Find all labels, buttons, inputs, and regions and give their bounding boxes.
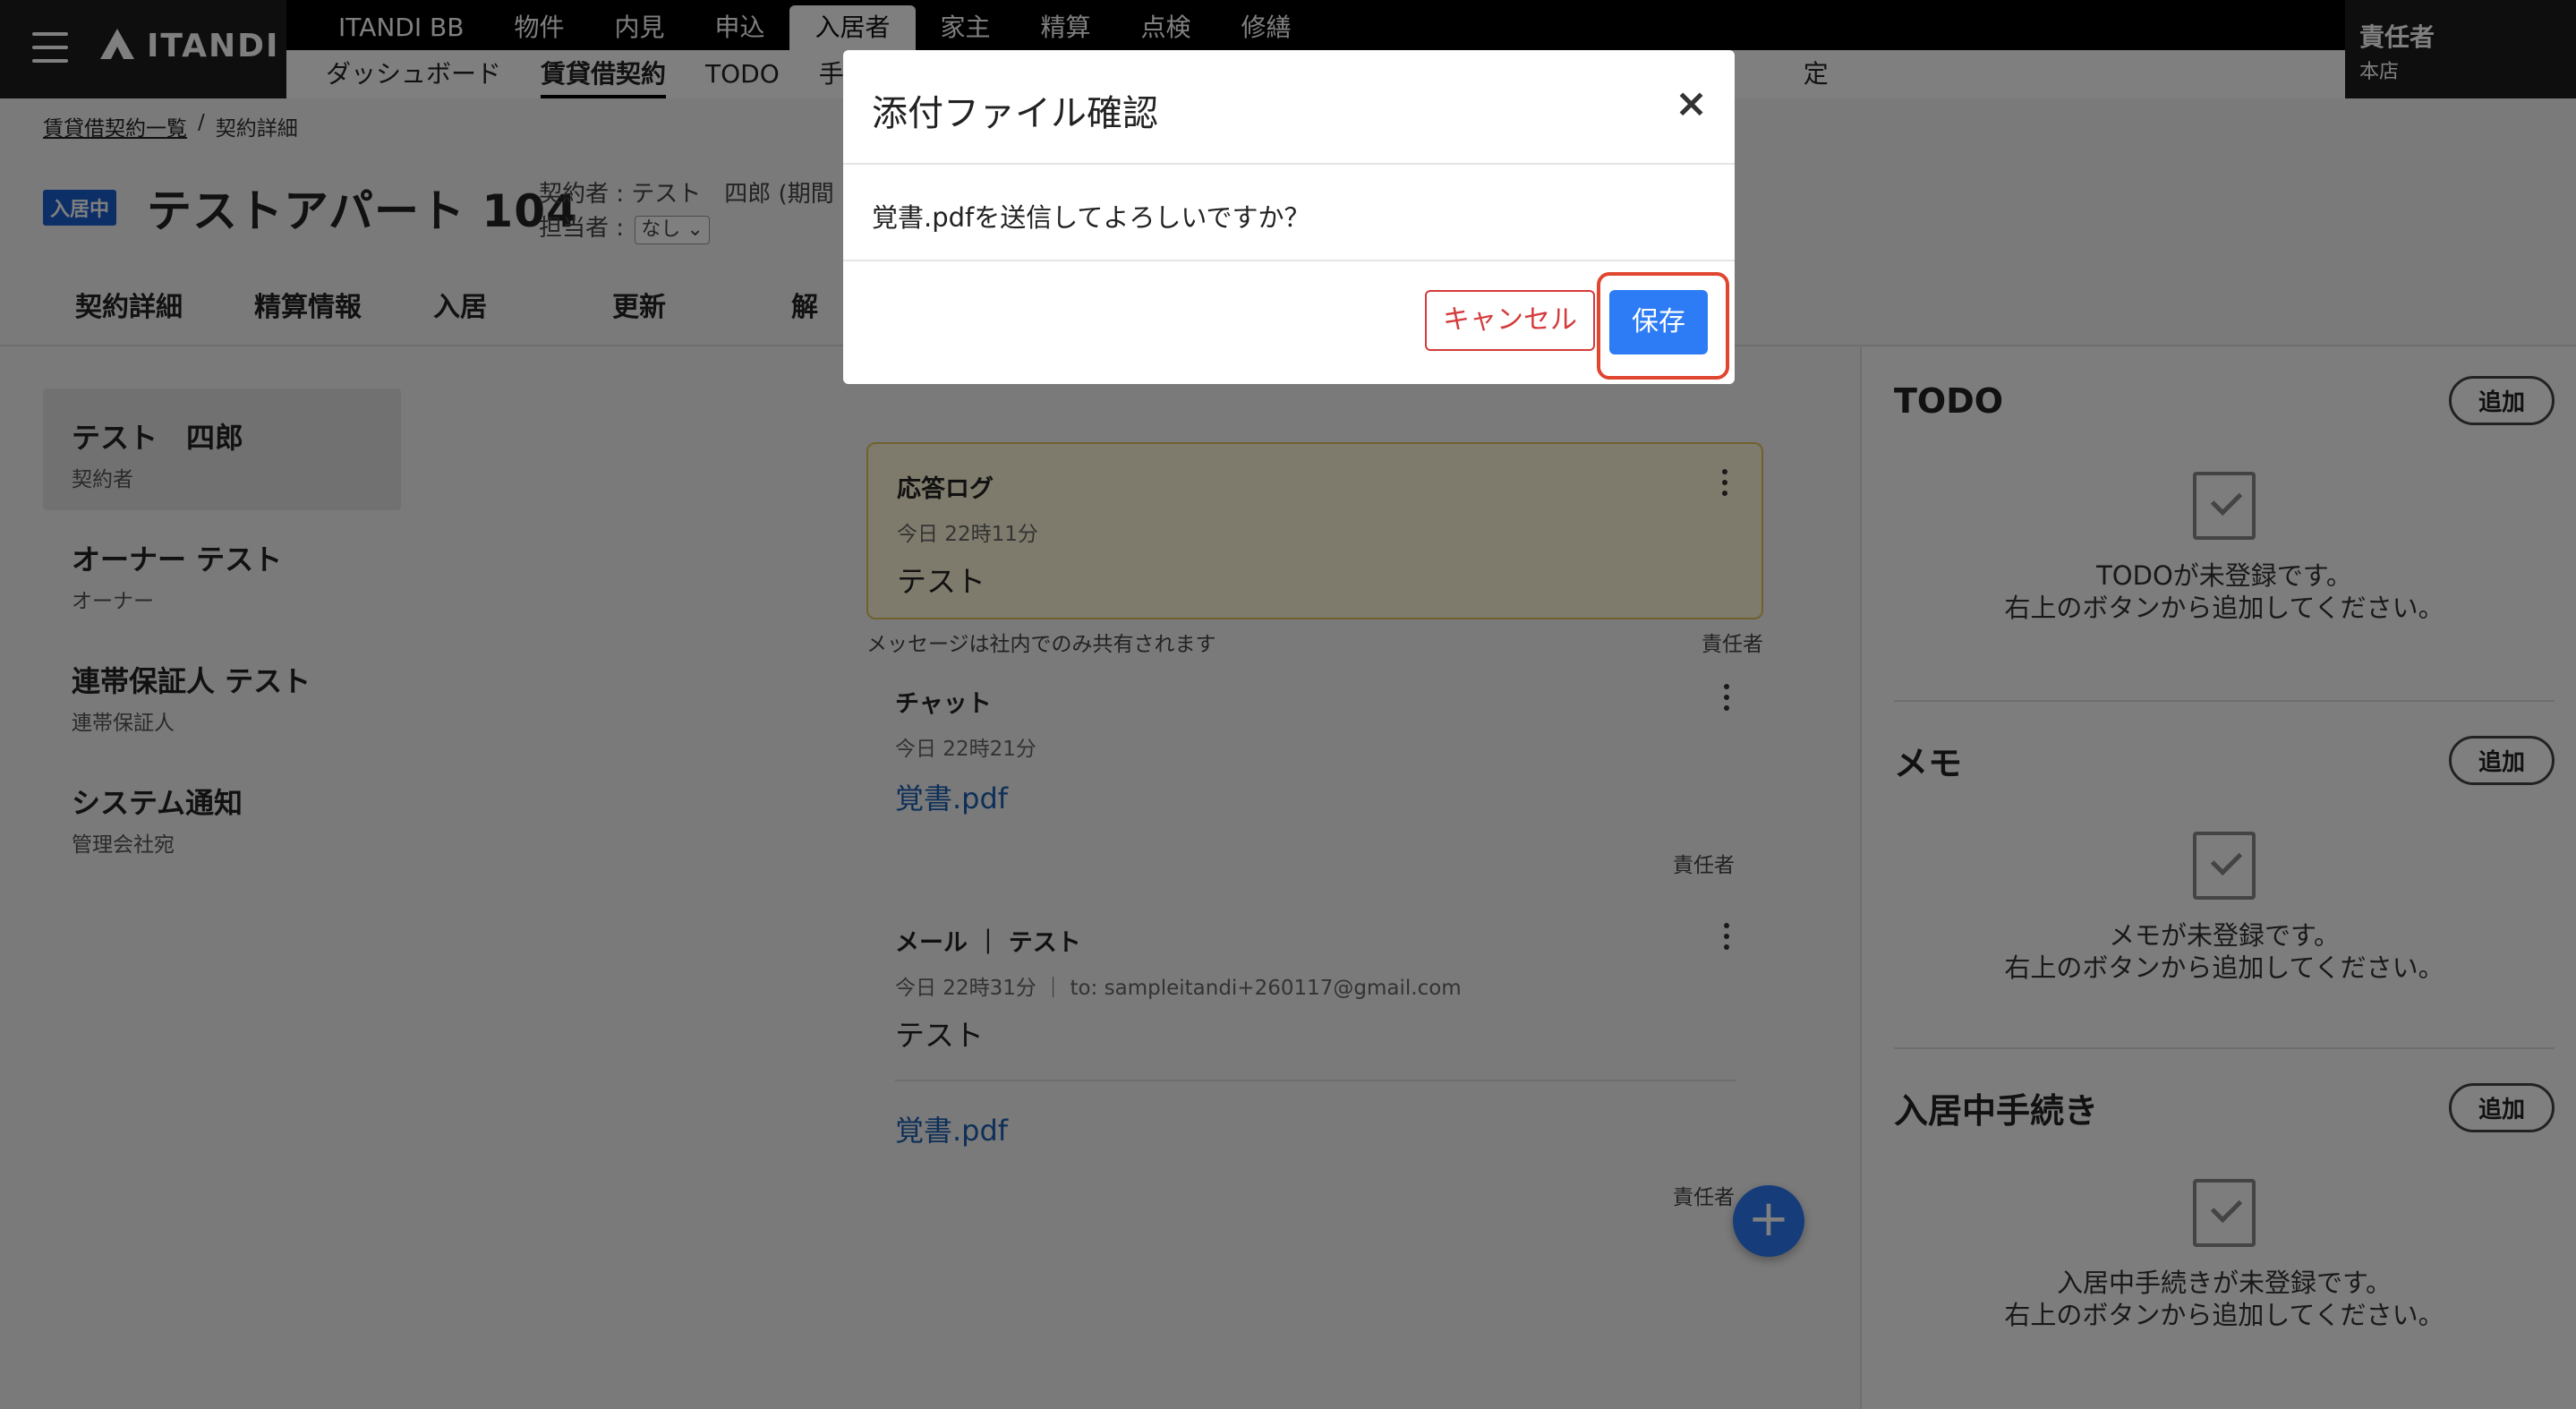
- modal-header: 添付ファイル確認 ×: [843, 50, 1735, 165]
- cancel-button[interactable]: キャンセル: [1425, 290, 1595, 351]
- save-button[interactable]: 保存: [1609, 290, 1708, 354]
- attachment-confirm-dialog: 添付ファイル確認 × 覚書.pdfを送信してよろしいですか？ キャンセル 保存: [843, 50, 1735, 384]
- modal-footer: キャンセル 保存: [843, 261, 1735, 382]
- modal-message: 覚書.pdfを送信してよろしいですか？: [843, 165, 1735, 261]
- modal-title: 添付ファイル確認: [872, 93, 1158, 134]
- close-icon[interactable]: ×: [1675, 81, 1708, 126]
